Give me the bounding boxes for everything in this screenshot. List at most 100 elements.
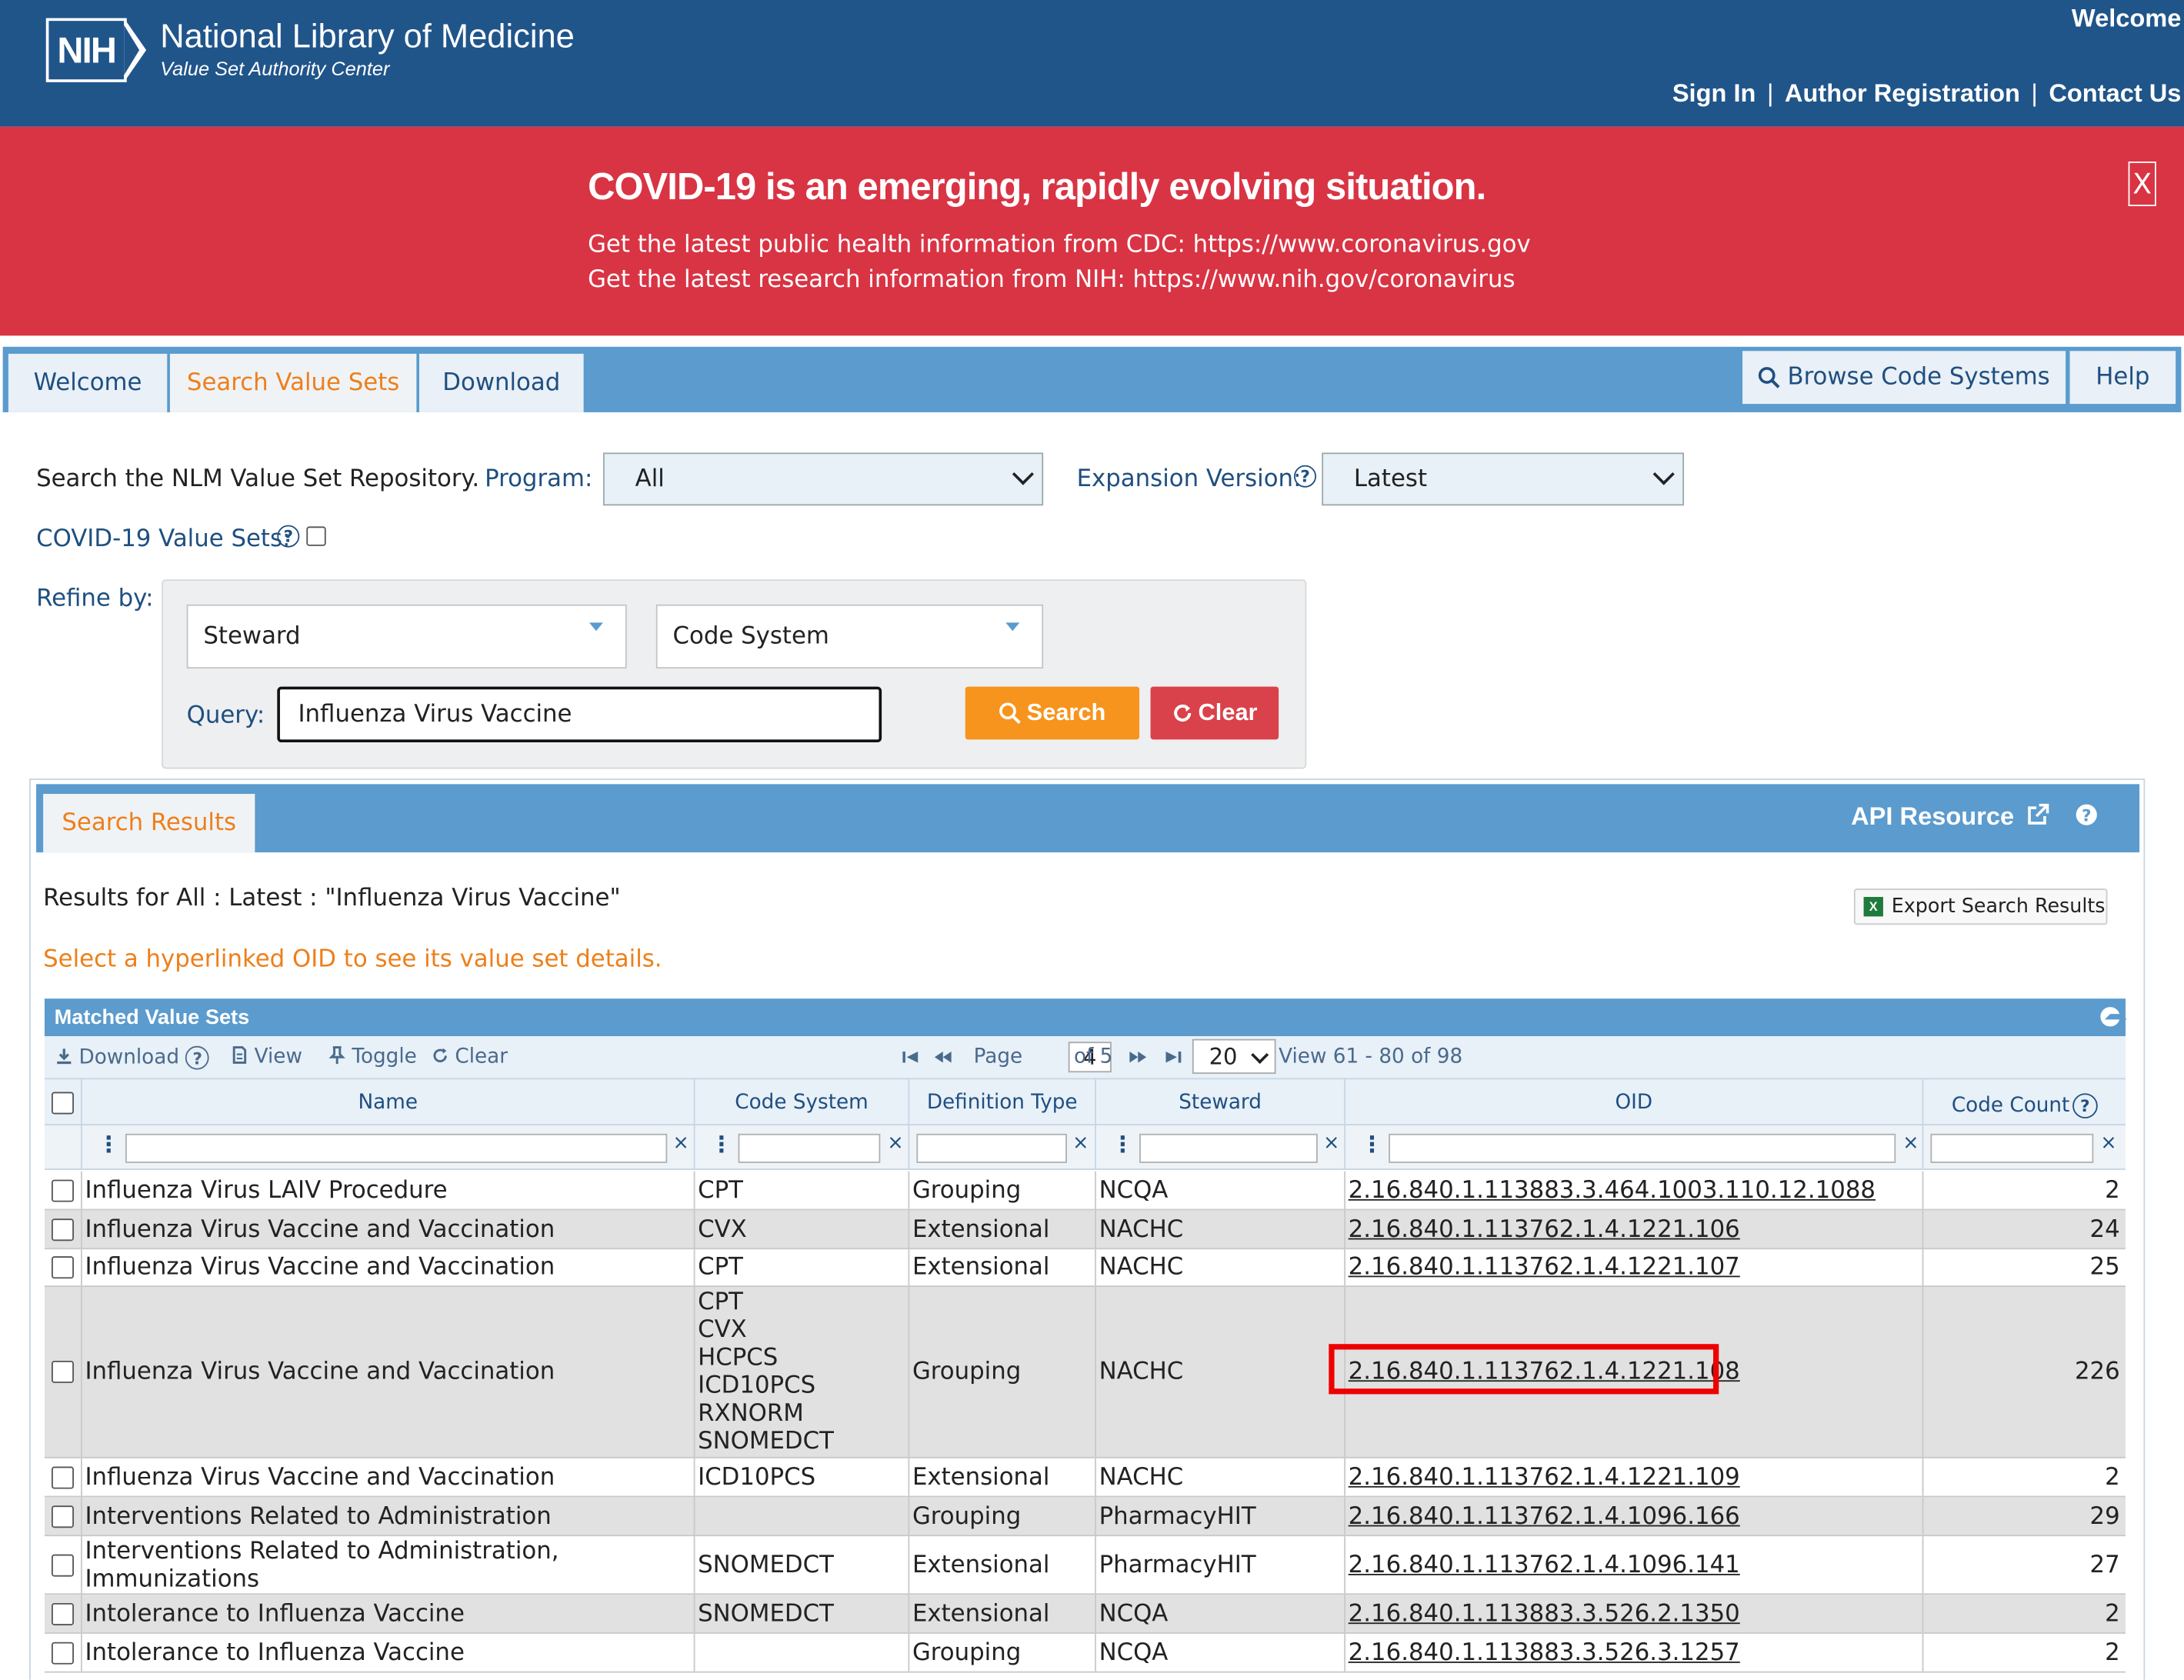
help-icon[interactable]: ?: [1294, 465, 1317, 488]
page-size-select[interactable]: 20: [1192, 1038, 1276, 1074]
code-system-dropdown[interactable]: Code System: [655, 604, 1044, 669]
clear-filter-icon[interactable]: ×: [1323, 1132, 1339, 1155]
clear-filter-icon[interactable]: ×: [2100, 1132, 2116, 1155]
view-tool[interactable]: View: [232, 1046, 302, 1068]
covid-value-sets-label: COVID-19 Value Sets:: [36, 525, 291, 553]
more-vertical-icon[interactable]: ⋮: [710, 1131, 732, 1157]
table-row[interactable]: Influenza Virus LAIV Procedure CPT Group…: [44, 1171, 2126, 1211]
author-registration-link[interactable]: Author Registration: [1785, 79, 2020, 107]
more-vertical-icon[interactable]: ⋮: [1361, 1131, 1383, 1157]
select-all-cell: [45, 1079, 82, 1125]
api-resource-link[interactable]: API Resource ?: [1851, 802, 2098, 832]
tab-search-results[interactable]: Search Results: [43, 794, 255, 853]
tab-welcome[interactable]: Welcome: [8, 353, 168, 412]
clear-filter-icon[interactable]: ×: [1902, 1132, 1919, 1155]
oid-link[interactable]: 2.16.840.1.113883.3.464.1003.110.12.1088: [1349, 1176, 1876, 1204]
table-row[interactable]: Intolerance to Influenza Vaccine SNOMEDC…: [44, 1595, 2126, 1634]
oid-link[interactable]: 2.16.840.1.113762.1.4.1221.106: [1349, 1215, 1740, 1243]
tab-search-value-sets[interactable]: Search Value Sets: [169, 353, 417, 412]
select-all-checkbox[interactable]: [51, 1091, 74, 1114]
row-checkbox[interactable]: [51, 1360, 74, 1383]
steward-dropdown[interactable]: Steward: [186, 604, 627, 669]
help-icon[interactable]: ?: [2072, 1092, 2098, 1118]
row-checkbox[interactable]: [51, 1602, 74, 1625]
last-page-icon[interactable]: [1165, 1050, 1182, 1064]
search-button[interactable]: Search: [965, 686, 1140, 740]
query-input[interactable]: Influenza Virus Vaccine: [277, 686, 882, 743]
expansion-version-select[interactable]: Latest: [1322, 452, 1685, 506]
row-checkbox[interactable]: [51, 1641, 74, 1664]
filter-name-input[interactable]: [125, 1133, 668, 1163]
row-checkbox[interactable]: [51, 1465, 74, 1488]
help-button[interactable]: Help: [2069, 351, 2176, 405]
banner-close-button[interactable]: X: [2128, 162, 2156, 206]
cell-name: Influenza Virus Vaccine and Vaccination: [82, 1286, 695, 1457]
banner-nih-line[interactable]: Get the latest research information from…: [588, 266, 1515, 294]
column-name[interactable]: Name: [82, 1079, 695, 1125]
filter-code-count-input[interactable]: [1930, 1133, 2094, 1163]
table-row[interactable]: Interventions Related to Administration,…: [44, 1536, 2126, 1595]
table-row[interactable]: Interventions Related to Administration …: [44, 1497, 2126, 1537]
clear-filter-icon[interactable]: ×: [1072, 1132, 1089, 1155]
oid-link[interactable]: 2.16.840.1.113883.3.526.3.1257: [1349, 1638, 1740, 1666]
cell-steward: NCQA: [1096, 1595, 1346, 1633]
oid-link[interactable]: 2.16.840.1.113762.1.4.1221.107: [1349, 1254, 1740, 1282]
column-definition-type[interactable]: Definition Type: [909, 1079, 1096, 1125]
column-code-count[interactable]: Code Count ?: [1923, 1079, 2126, 1125]
covid-value-sets-checkbox[interactable]: [306, 526, 326, 546]
filter-row: ⋮ × ⋮ × × ⋮ × ⋮ × ×: [44, 1124, 2126, 1170]
help-icon[interactable]: ?: [2076, 804, 2098, 826]
export-search-results-button[interactable]: X Export Search Results: [1853, 888, 2108, 925]
document-icon: [232, 1046, 247, 1064]
table-row[interactable]: Influenza Virus Vaccine and Vaccination …: [44, 1249, 2126, 1287]
clear-tool[interactable]: Clear: [432, 1046, 508, 1068]
row-checkbox[interactable]: [51, 1505, 74, 1528]
column-code-system[interactable]: Code System: [695, 1079, 910, 1125]
clear-button-label: Clear: [1198, 698, 1258, 726]
clear-filter-icon[interactable]: ×: [673, 1132, 689, 1155]
welcome-text: Welcome: [2071, 4, 2182, 32]
view-range: View 61 - 80 of 98: [1279, 1045, 1463, 1068]
column-steward[interactable]: Steward: [1096, 1079, 1346, 1125]
browse-code-systems-button[interactable]: Browse Code Systems: [1742, 351, 2066, 405]
clear-filter-icon[interactable]: ×: [887, 1132, 903, 1155]
table-row[interactable]: Influenza Virus Vaccine and Vaccination …: [44, 1286, 2126, 1458]
program-select[interactable]: All: [602, 452, 1044, 506]
filter-oid-input[interactable]: [1389, 1133, 1896, 1163]
table-row[interactable]: Influenza Virus Vaccine and Vaccination …: [44, 1458, 2126, 1498]
more-vertical-icon[interactable]: ⋮: [1112, 1131, 1134, 1157]
table-row[interactable]: Influenza Virus Vaccine and Vaccination …: [44, 1210, 2126, 1250]
row-checkbox[interactable]: [51, 1553, 74, 1576]
previous-page-icon[interactable]: [933, 1050, 952, 1064]
toggle-tool[interactable]: Toggle: [328, 1046, 417, 1068]
first-page-icon[interactable]: [902, 1050, 919, 1064]
help-icon[interactable]: ?: [277, 525, 300, 548]
oid-link[interactable]: 2.16.840.1.113883.3.526.2.1350: [1349, 1599, 1740, 1627]
clear-tool-label: Clear: [455, 1045, 508, 1068]
sign-in-link[interactable]: Sign In: [1672, 79, 1756, 107]
contact-us-link[interactable]: Contact Us: [2049, 79, 2181, 107]
help-icon[interactable]: ?: [185, 1045, 210, 1070]
row-checkbox[interactable]: [51, 1178, 74, 1202]
filter-code-system-input[interactable]: [738, 1133, 881, 1163]
column-oid[interactable]: OID: [1345, 1079, 1924, 1125]
cell-code-system: CPT: [695, 1249, 910, 1286]
nih-logo[interactable]: NIH: [45, 18, 147, 82]
row-checkbox[interactable]: [51, 1218, 74, 1241]
oid-link[interactable]: 2.16.840.1.113762.1.4.1096.166: [1349, 1502, 1740, 1530]
tab-download[interactable]: Download: [418, 353, 584, 412]
collapse-icon[interactable]: [2100, 1007, 2120, 1027]
more-vertical-icon[interactable]: ⋮: [98, 1131, 120, 1157]
row-checkbox[interactable]: [51, 1256, 74, 1279]
banner-cdc-line[interactable]: Get the latest public health information…: [588, 232, 1531, 259]
next-page-icon[interactable]: [1129, 1050, 1148, 1064]
table-row[interactable]: Intolerance to Influenza Vaccine Groupin…: [44, 1633, 2126, 1673]
filter-steward-input[interactable]: [1139, 1133, 1318, 1163]
filter-definition-type-input[interactable]: [916, 1133, 1067, 1163]
steward-placeholder: Steward: [203, 622, 301, 651]
download-tool[interactable]: Download ?: [55, 1045, 210, 1070]
clear-button[interactable]: Clear: [1150, 686, 1279, 740]
cell-code-system: CVX: [695, 1210, 910, 1248]
oid-link[interactable]: 2.16.840.1.113762.1.4.1221.109: [1349, 1463, 1740, 1491]
oid-link[interactable]: 2.16.840.1.113762.1.4.1096.141: [1349, 1551, 1740, 1578]
